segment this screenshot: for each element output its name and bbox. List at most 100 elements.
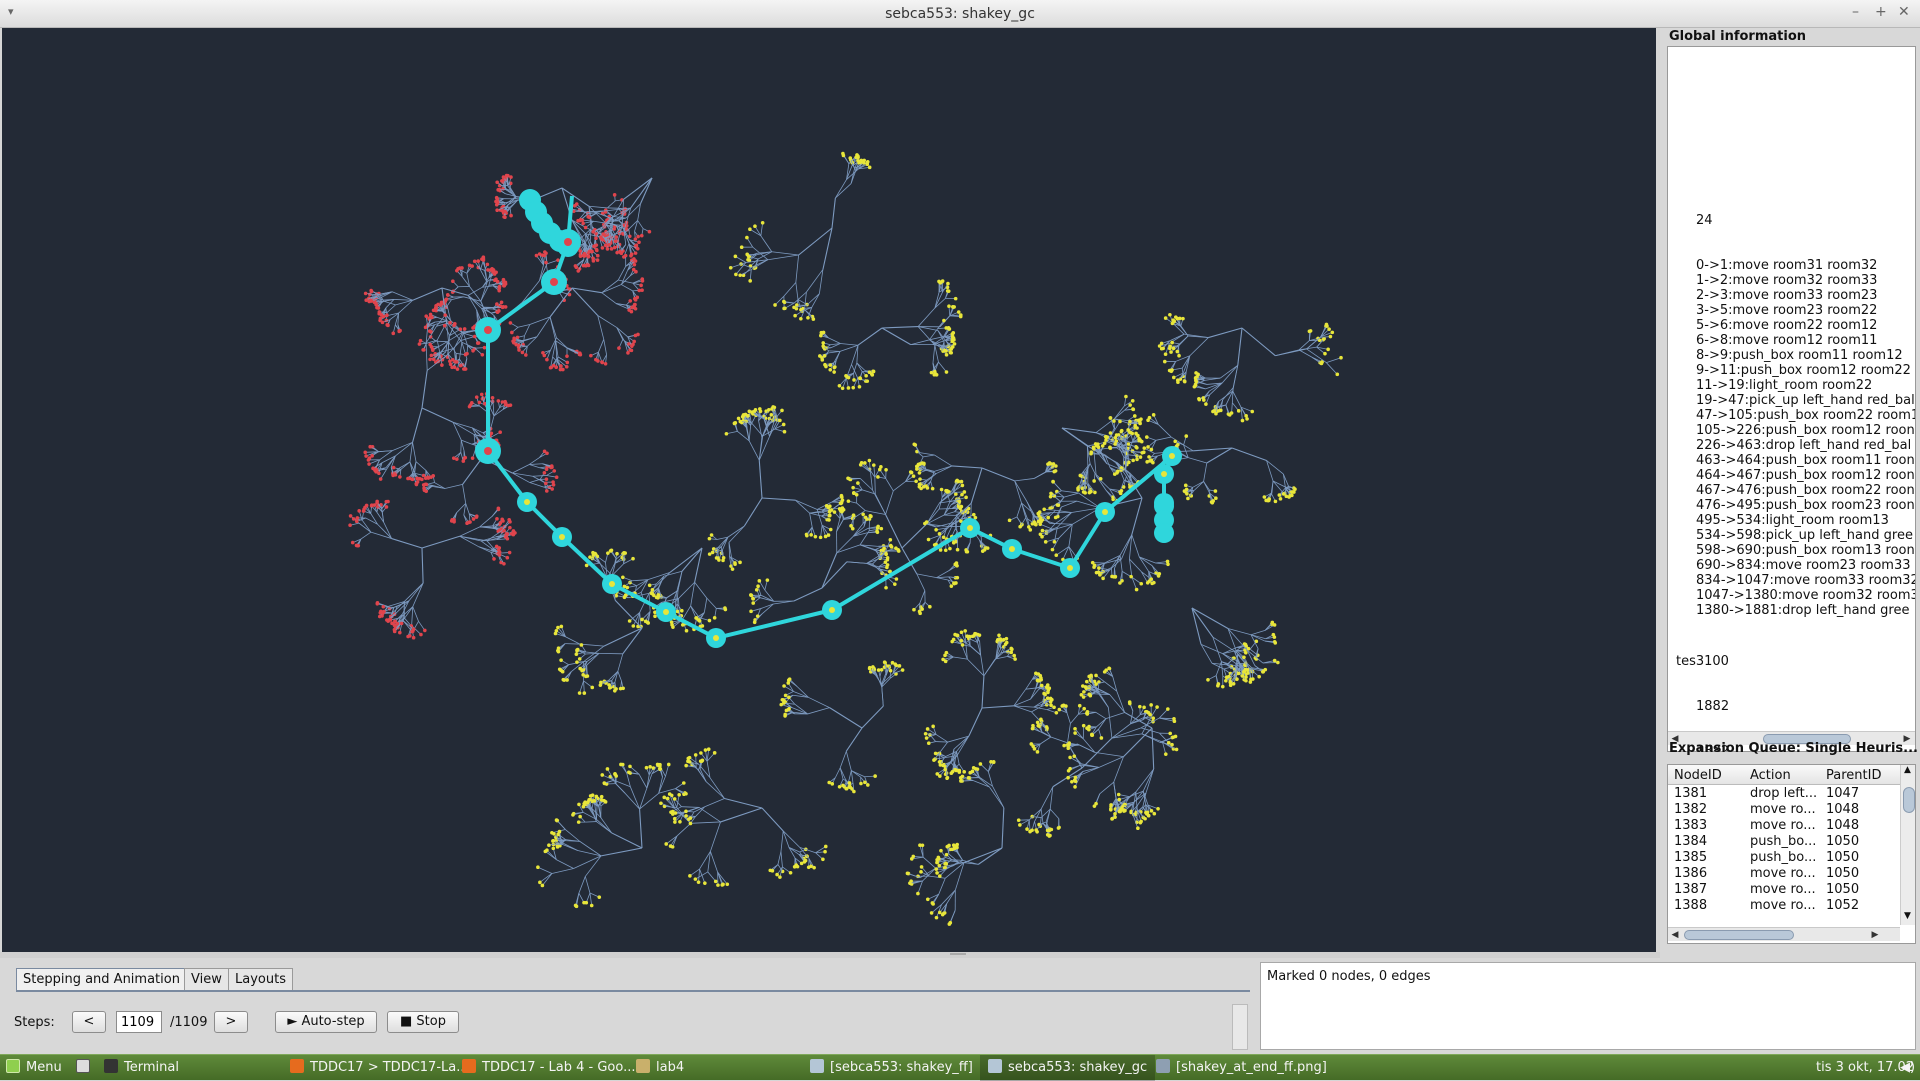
graph-node[interactable] xyxy=(1074,780,1078,784)
graph-node[interactable] xyxy=(1051,480,1055,484)
graph-node[interactable] xyxy=(677,793,681,797)
graph-node[interactable] xyxy=(448,321,452,325)
graph-node[interactable] xyxy=(931,725,935,729)
graph-node[interactable] xyxy=(938,532,942,536)
graph-node[interactable] xyxy=(543,254,547,258)
graph-node[interactable] xyxy=(538,252,542,256)
graph-node[interactable] xyxy=(1147,455,1151,459)
graph-node[interactable] xyxy=(505,174,509,178)
graph-node[interactable] xyxy=(455,269,459,273)
graph-node[interactable] xyxy=(911,855,915,859)
graph-node[interactable] xyxy=(1038,674,1042,678)
graph-node[interactable] xyxy=(364,292,368,296)
graph-node[interactable] xyxy=(666,797,670,801)
graph-node[interactable] xyxy=(652,594,656,598)
graph-node[interactable] xyxy=(415,477,419,481)
maximize-icon[interactable]: + xyxy=(1875,4,1887,20)
graph-node[interactable] xyxy=(1041,529,1045,533)
graph-node[interactable] xyxy=(819,536,823,540)
graph-node[interactable] xyxy=(1263,495,1267,499)
graph-node[interactable] xyxy=(507,518,511,522)
graph-node[interactable] xyxy=(684,810,688,814)
graph-node[interactable] xyxy=(544,482,548,486)
graph-node[interactable] xyxy=(1150,582,1154,586)
graph-node[interactable] xyxy=(694,753,698,757)
graph-node[interactable] xyxy=(944,862,948,866)
graph-node[interactable] xyxy=(937,864,941,868)
graph-node[interactable] xyxy=(1290,494,1294,498)
graph-node[interactable] xyxy=(1161,347,1165,351)
graph-node[interactable] xyxy=(943,768,947,772)
graph-node[interactable] xyxy=(1089,674,1093,678)
graph-node[interactable] xyxy=(868,667,872,671)
graph-node[interactable] xyxy=(600,773,604,777)
graph-node[interactable] xyxy=(750,594,754,598)
graph-node[interactable] xyxy=(349,514,353,518)
graph-node[interactable] xyxy=(759,409,763,413)
graph-node[interactable] xyxy=(1284,494,1288,498)
graph-node[interactable] xyxy=(370,503,374,507)
graph-node[interactable] xyxy=(684,764,688,768)
graph-node[interactable] xyxy=(805,534,809,538)
graph-node[interactable] xyxy=(584,226,588,230)
graph-node[interactable] xyxy=(578,351,582,355)
graph-node[interactable] xyxy=(630,344,634,348)
graph-node[interactable] xyxy=(708,537,712,541)
graph-node[interactable] xyxy=(559,364,563,368)
graph-node[interactable] xyxy=(847,499,851,503)
graph-node[interactable] xyxy=(1136,826,1140,830)
graph-node[interactable] xyxy=(1149,703,1153,707)
graph-node[interactable] xyxy=(580,643,584,647)
graph-node[interactable] xyxy=(1086,710,1090,714)
graph-node[interactable] xyxy=(630,349,634,353)
graph-node[interactable] xyxy=(1273,659,1277,663)
graph-node[interactable] xyxy=(1067,743,1071,747)
graph-node[interactable] xyxy=(500,300,504,304)
graph-node[interactable] xyxy=(604,362,608,366)
graph-node[interactable] xyxy=(1228,681,1232,685)
graph-node[interactable] xyxy=(673,820,677,824)
graph-node[interactable] xyxy=(1082,690,1086,694)
graph-node[interactable] xyxy=(400,622,404,626)
graph-node[interactable] xyxy=(495,208,499,212)
graph-node[interactable] xyxy=(355,544,359,548)
graph-node[interactable] xyxy=(641,279,645,283)
graph-node[interactable] xyxy=(932,758,936,762)
graph-node[interactable] xyxy=(585,564,589,568)
minimize-icon[interactable]: – xyxy=(1852,4,1859,20)
graph-node[interactable] xyxy=(863,461,867,465)
graph-node[interactable] xyxy=(1135,588,1139,592)
graph-node[interactable] xyxy=(1147,711,1151,715)
graph-node[interactable] xyxy=(1052,470,1056,474)
graph-node[interactable] xyxy=(398,475,402,479)
graph-node[interactable] xyxy=(375,469,379,473)
graph-node[interactable] xyxy=(591,257,595,261)
graph-node[interactable] xyxy=(1094,802,1098,806)
graph-node[interactable] xyxy=(821,858,825,862)
graph-node[interactable] xyxy=(565,354,569,358)
graph-node[interactable] xyxy=(545,358,549,362)
graph-node[interactable] xyxy=(368,445,372,449)
graph-node[interactable] xyxy=(964,496,968,500)
graph-node[interactable] xyxy=(767,408,771,412)
graph-node[interactable] xyxy=(578,691,582,695)
graph-node[interactable] xyxy=(1097,445,1101,449)
graph-node[interactable] xyxy=(1172,717,1176,721)
graph-node[interactable] xyxy=(1146,581,1150,585)
graph-node[interactable] xyxy=(906,872,910,876)
graph-node[interactable] xyxy=(1100,736,1104,740)
graph-node[interactable] xyxy=(495,302,499,306)
graph-node[interactable] xyxy=(365,504,369,508)
graph-node[interactable] xyxy=(1109,416,1113,420)
graph-node[interactable] xyxy=(601,238,605,242)
graph-node[interactable] xyxy=(839,502,843,506)
graph-node[interactable] xyxy=(627,770,631,774)
graph-node[interactable] xyxy=(535,254,539,258)
graph-node[interactable] xyxy=(579,218,583,222)
graph-node[interactable] xyxy=(594,236,598,240)
graph-node[interactable] xyxy=(543,449,547,453)
graph-node[interactable] xyxy=(1032,520,1036,524)
graph-node[interactable] xyxy=(771,869,775,873)
graph-node[interactable] xyxy=(684,814,688,818)
graph-node[interactable] xyxy=(1036,721,1040,725)
